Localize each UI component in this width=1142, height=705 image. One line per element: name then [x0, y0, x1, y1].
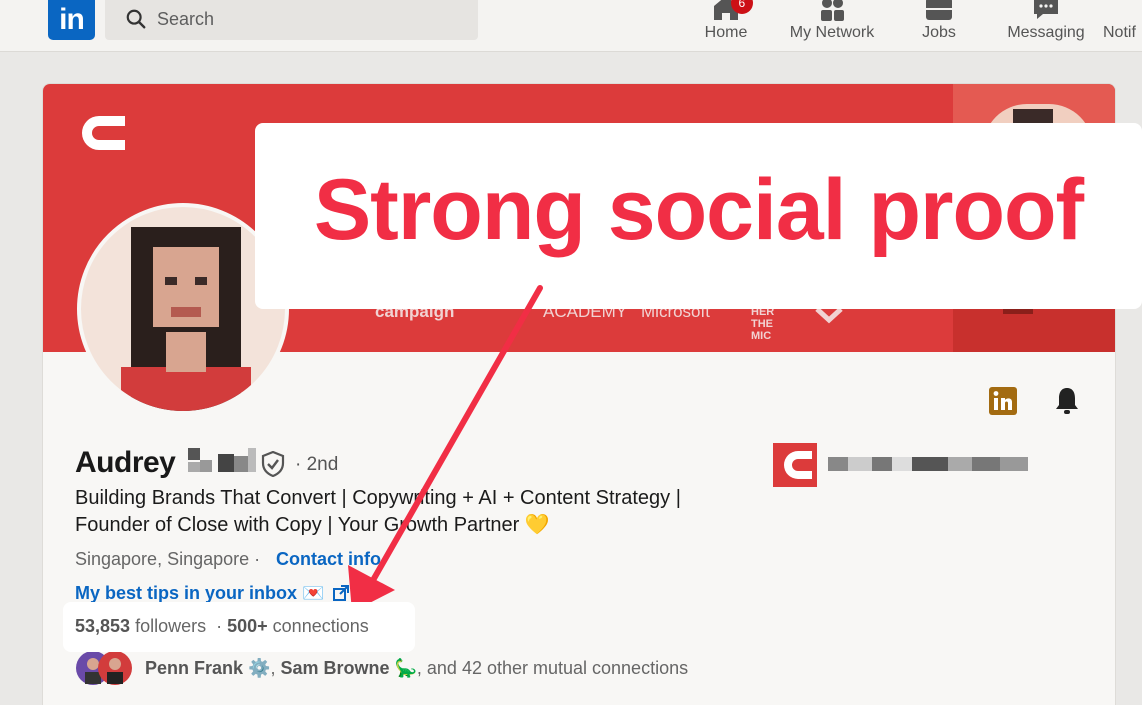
close-with-copy-logo-icon [82, 116, 125, 150]
mutual-1-name: Penn Frank [145, 658, 244, 678]
briefcase-icon [926, 0, 952, 20]
nav-my-network[interactable]: My Network [782, 0, 882, 52]
mutual-avatars-icon [76, 651, 132, 685]
profile-name: Audrey [75, 446, 176, 479]
nav-jobs-label: Jobs [922, 24, 956, 41]
current-company-logo[interactable] [773, 443, 817, 487]
bell-icon [1108, 0, 1138, 22]
profile-location: Singapore, Singapore · [75, 549, 261, 569]
nav-jobs[interactable]: Jobs [909, 0, 969, 52]
linkedin-logo-icon[interactable]: in [48, 0, 95, 40]
nav-notifications-label: Notif [1103, 24, 1136, 41]
messaging-icon [1034, 0, 1058, 19]
linkedin-premium-icon[interactable] [988, 386, 1018, 416]
mutual-2-name: Sam Browne [280, 658, 390, 678]
nav-notifications[interactable]: Notif [1103, 0, 1142, 52]
nav-home-label: Home [704, 24, 748, 41]
nav-my-network-label: My Network [789, 24, 875, 41]
profile-headline: Building Brands That Convert | Copywriti… [75, 487, 681, 536]
featured-website-label: My best tips in your inbox 💌 [75, 583, 325, 603]
annotation-callout-text: Strong social proof [313, 162, 1084, 258]
followers-count: 53,853 [75, 616, 131, 636]
nav-home[interactable]: 6 Home [696, 0, 756, 52]
followers-label: followers [135, 616, 207, 636]
search-bar[interactable] [105, 0, 478, 40]
annotation-callout: Strong social proof [255, 123, 1142, 309]
top-navigation-bar: in 6 Home My Network Jobs Messagin [0, 0, 1142, 52]
external-link-icon [333, 585, 350, 601]
verified-shield-icon[interactable] [261, 451, 285, 477]
banner-logo-her-the-mic: HER THE MIC [751, 306, 775, 342]
contact-info-link[interactable]: Contact info [276, 549, 381, 570]
search-icon [126, 9, 146, 29]
nav-messaging[interactable]: Messaging [1003, 0, 1089, 52]
nav-messaging-label: Messaging [1007, 24, 1085, 41]
company-logo-icon [784, 451, 812, 479]
connections-count: 500+ [227, 616, 268, 636]
followers-connections-highlight: 53,853 followers · 500+ connections [63, 602, 415, 652]
connection-degree: · 2nd [295, 454, 339, 475]
featured-website-link[interactable]: My best tips in your inbox 💌 [75, 583, 350, 604]
mutual-rest: , and 42 other mutual connections [416, 658, 689, 678]
search-input[interactable] [157, 6, 457, 32]
connections-label[interactable]: connections [273, 616, 369, 636]
network-icon [821, 0, 844, 21]
bell-icon[interactable] [1052, 386, 1082, 416]
